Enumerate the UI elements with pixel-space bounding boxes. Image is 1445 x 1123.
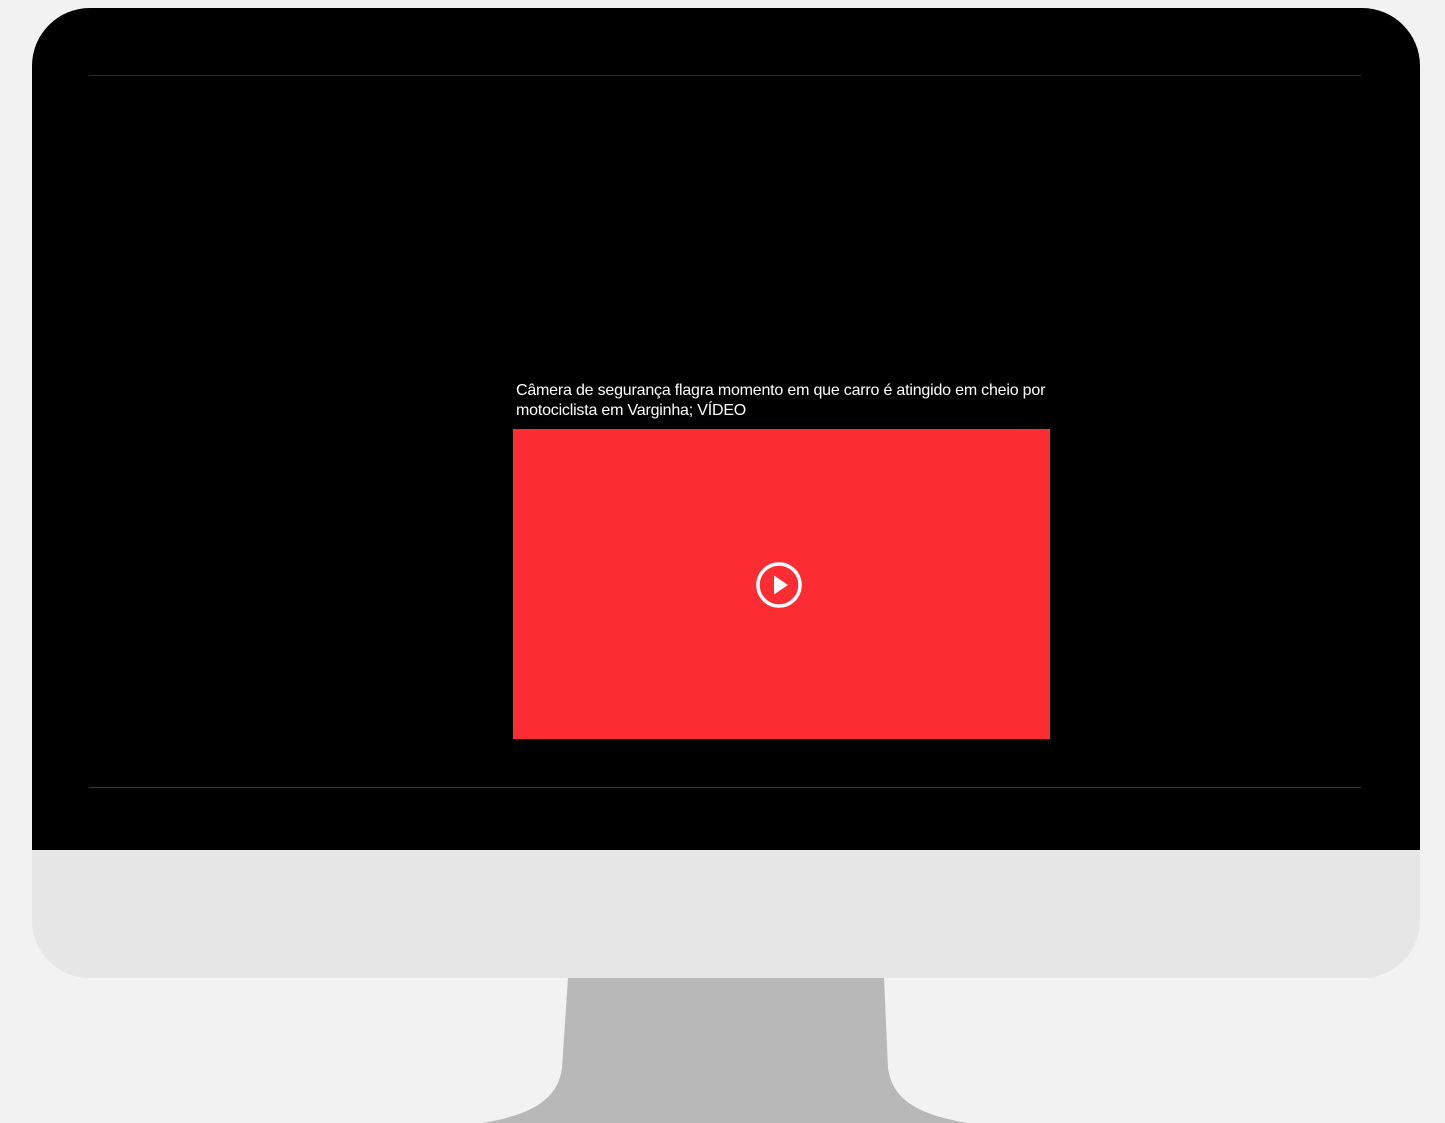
video-player[interactable] <box>513 429 1050 739</box>
display-area: Câmera de segurança flagra momento em qu… <box>89 75 1361 788</box>
monitor: Câmera de segurança flagra momento em qu… <box>32 8 1420 978</box>
video-embed: Câmera de segurança flagra momento em qu… <box>513 381 1050 739</box>
monitor-stand <box>482 978 968 1123</box>
monitor-screen: Câmera de segurança flagra momento em qu… <box>32 8 1420 850</box>
video-title[interactable]: Câmera de segurança flagra momento em qu… <box>516 381 1056 421</box>
page-root: Câmera de segurança flagra momento em qu… <box>0 0 1445 1123</box>
play-circle-icon[interactable] <box>755 561 803 609</box>
monitor-chin <box>32 850 1420 978</box>
